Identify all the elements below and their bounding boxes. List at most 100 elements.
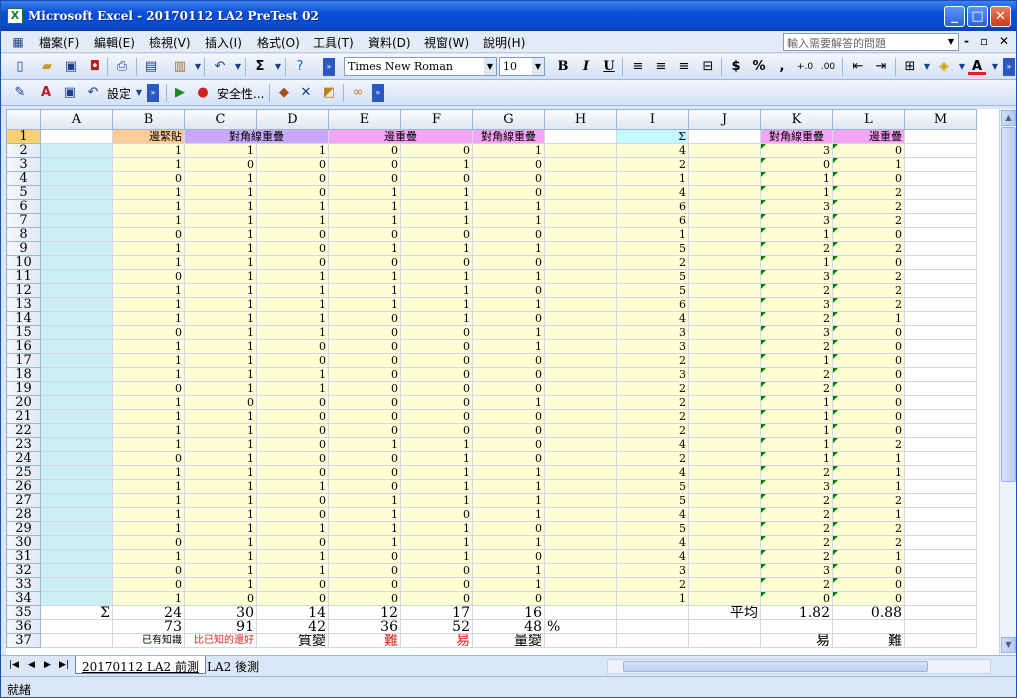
- column-header-g[interactable]: G: [472, 109, 545, 130]
- vertical-scroll-thumb[interactable]: [1001, 127, 1016, 482]
- cell-f13[interactable]: 1: [400, 297, 473, 312]
- cell-d34[interactable]: 0: [256, 591, 329, 606]
- cell-k19[interactable]: 2: [760, 381, 833, 396]
- cell-l1[interactable]: 邊重疊: [832, 129, 905, 144]
- cell-j15[interactable]: [688, 325, 761, 340]
- cell-i22[interactable]: 2: [616, 423, 689, 438]
- row-header[interactable]: 23: [6, 437, 41, 452]
- cell-c20[interactable]: 0: [184, 395, 257, 410]
- cell-j31[interactable]: [688, 549, 761, 564]
- minimize-button[interactable]: _: [944, 6, 965, 27]
- cell-i29[interactable]: 5: [616, 521, 689, 536]
- cell-a15[interactable]: [40, 325, 113, 340]
- row-header[interactable]: 36: [6, 619, 41, 634]
- row-header[interactable]: 21: [6, 409, 41, 424]
- cell-l34[interactable]: 0: [832, 591, 905, 606]
- cell-e5[interactable]: 1: [328, 185, 401, 200]
- cell-e31[interactable]: 0: [328, 549, 401, 564]
- cell-g22[interactable]: 0: [472, 423, 545, 438]
- cell-g36[interactable]: 48: [472, 619, 545, 634]
- cell-e2[interactable]: 0: [328, 143, 401, 158]
- cell-h5[interactable]: [544, 185, 617, 200]
- cell-i30[interactable]: 4: [616, 535, 689, 550]
- cell-l5[interactable]: 2: [832, 185, 905, 200]
- cell-i14[interactable]: 4: [616, 311, 689, 326]
- cell-e34[interactable]: 0: [328, 591, 401, 606]
- cell-i11[interactable]: 5: [616, 269, 689, 284]
- cell-m11[interactable]: [904, 269, 977, 284]
- cell-e26[interactable]: 0: [328, 479, 401, 494]
- cell-k17[interactable]: 1: [760, 353, 833, 368]
- first-sheet-icon[interactable]: |◀: [9, 660, 19, 670]
- cell-f27[interactable]: 1: [400, 493, 473, 508]
- cell-g24[interactable]: 0: [472, 451, 545, 466]
- cell-a1[interactable]: [40, 129, 113, 144]
- row-header[interactable]: 27: [6, 493, 41, 508]
- row-header[interactable]: 2: [6, 143, 41, 158]
- cell-j33[interactable]: [688, 577, 761, 592]
- cell-k7[interactable]: 3: [760, 213, 833, 228]
- cell-b9[interactable]: 1: [112, 241, 185, 256]
- chevron-down-icon[interactable]: ▼: [918, 58, 936, 76]
- cell-f19[interactable]: 0: [400, 381, 473, 396]
- cell-f5[interactable]: 1: [400, 185, 473, 200]
- cell-f10[interactable]: 0: [400, 255, 473, 270]
- cell-l7[interactable]: 2: [832, 213, 905, 228]
- cell-h13[interactable]: [544, 297, 617, 312]
- cell-k20[interactable]: 1: [760, 395, 833, 410]
- cell-b24[interactable]: 0: [112, 451, 185, 466]
- menu-format[interactable]: 格式(O): [257, 34, 300, 51]
- cell-k16[interactable]: 2: [760, 339, 833, 354]
- cell-j25[interactable]: [688, 465, 761, 480]
- cell-b15[interactable]: 0: [112, 325, 185, 340]
- increase-decimal-icon[interactable]: +.0: [796, 58, 814, 76]
- cell-i4[interactable]: 1: [616, 171, 689, 186]
- cell-a30[interactable]: [40, 535, 113, 550]
- column-header-a[interactable]: A: [40, 109, 113, 130]
- cell-d28[interactable]: 0: [256, 507, 329, 522]
- cell-f24[interactable]: 1: [400, 451, 473, 466]
- cell-b26[interactable]: 1: [112, 479, 185, 494]
- new-document-icon[interactable]: ▯: [11, 58, 29, 76]
- cell-c14[interactable]: 1: [184, 311, 257, 326]
- cell-j37[interactable]: [688, 633, 761, 648]
- cell-g6[interactable]: 1: [472, 199, 545, 214]
- print-icon[interactable]: ⎙: [113, 58, 131, 76]
- borders-icon[interactable]: ⊞: [901, 58, 919, 76]
- cell-k10[interactable]: 1: [760, 255, 833, 270]
- cell-h29[interactable]: [544, 521, 617, 536]
- sheet-tab-posttest[interactable]: LA2 後測: [201, 656, 265, 674]
- cell-i25[interactable]: 4: [616, 465, 689, 480]
- cell-m26[interactable]: [904, 479, 977, 494]
- cell-d33[interactable]: 0: [256, 577, 329, 592]
- cell-j19[interactable]: [688, 381, 761, 396]
- toolbar-options-icon[interactable]: »: [1003, 58, 1015, 76]
- cell-c2[interactable]: 1: [184, 143, 257, 158]
- design-mode-icon[interactable]: ◩: [320, 84, 338, 102]
- cell-k30[interactable]: 2: [760, 535, 833, 550]
- horizontal-scroll-thumb[interactable]: [623, 661, 928, 672]
- cell-d15[interactable]: 1: [256, 325, 329, 340]
- settings-menu[interactable]: 設定: [107, 85, 131, 102]
- link-icon[interactable]: ∞: [349, 84, 367, 102]
- cell-g20[interactable]: 1: [472, 395, 545, 410]
- cell-c1-d1[interactable]: 對角線重疊: [184, 129, 329, 144]
- cell-d23[interactable]: 0: [256, 437, 329, 452]
- cell-h22[interactable]: [544, 423, 617, 438]
- cell-d37[interactable]: 質變: [256, 633, 329, 648]
- row-header[interactable]: 19: [6, 381, 41, 396]
- cell-i6[interactable]: 6: [616, 199, 689, 214]
- cell-a19[interactable]: [40, 381, 113, 396]
- cell-j4[interactable]: [688, 171, 761, 186]
- row-header[interactable]: 15: [6, 325, 41, 340]
- cell-b11[interactable]: 0: [112, 269, 185, 284]
- cell-h35[interactable]: [544, 605, 617, 620]
- cell-i32[interactable]: 3: [616, 563, 689, 578]
- cell-a9[interactable]: [40, 241, 113, 256]
- help-search-input[interactable]: 輸入需要解答的問題 ▼: [783, 33, 959, 51]
- cell-g7[interactable]: 1: [472, 213, 545, 228]
- cell-i7[interactable]: 6: [616, 213, 689, 228]
- cell-d17[interactable]: 0: [256, 353, 329, 368]
- cell-a6[interactable]: [40, 199, 113, 214]
- cell-b27[interactable]: 1: [112, 493, 185, 508]
